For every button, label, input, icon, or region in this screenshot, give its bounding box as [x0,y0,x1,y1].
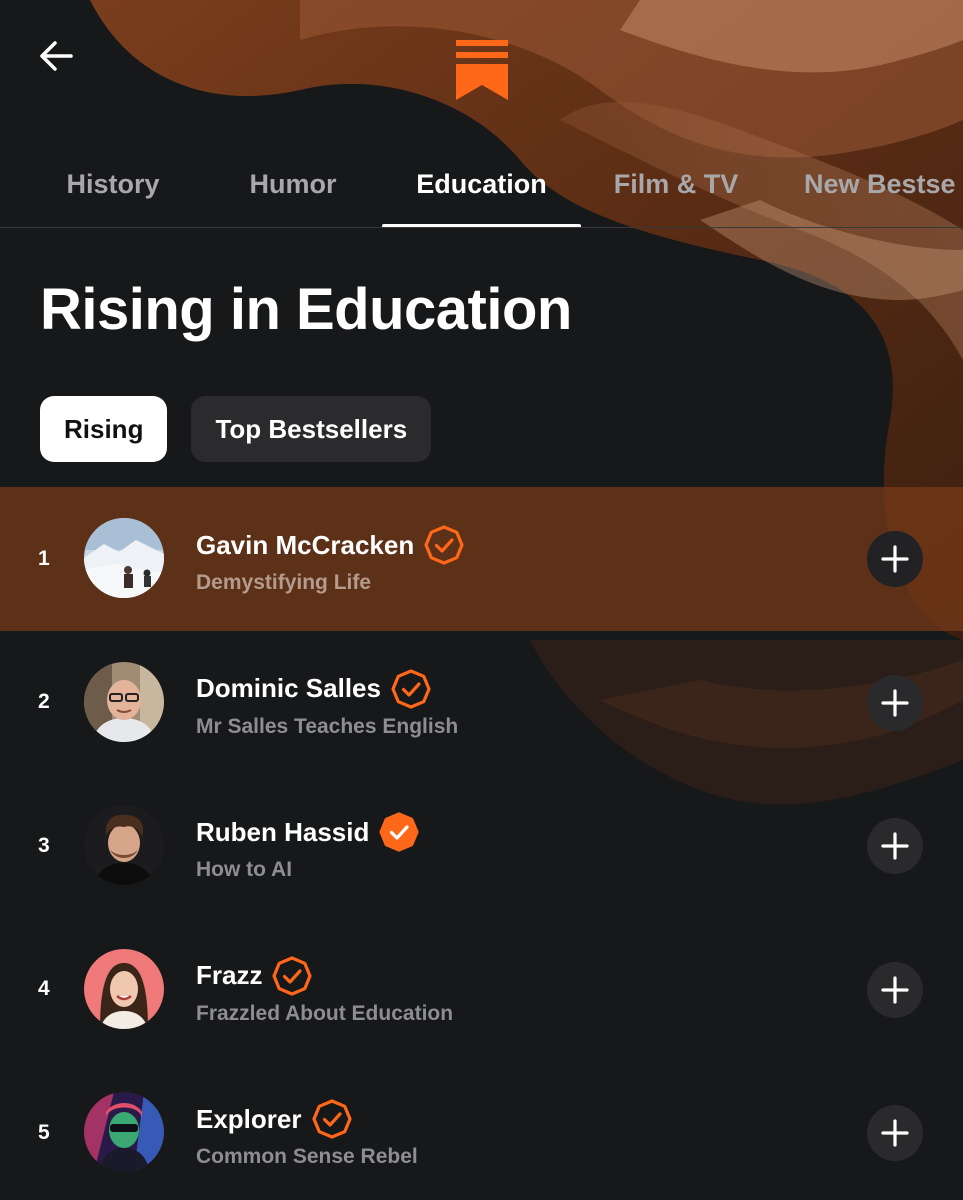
tab-history[interactable]: History [40,140,186,227]
list-item[interactable]: 2 Dominic Salles Mr Salles Teaches Engli… [0,631,963,775]
author-name[interactable]: Gavin McCracken [196,530,414,561]
rank-number: 2 [38,690,50,714]
substack-logo-icon [456,40,508,100]
publication-name: Frazzled About Education [196,1001,454,1025]
publication-name: How to AI [196,858,293,881]
list-item[interactable]: 3 Ruben Hassid How to AI [0,774,963,918]
category-tabs: History Humor Education Film & TV New Be… [0,140,963,228]
avatar[interactable] [84,661,164,742]
author-line: Frazz [196,955,313,996]
publication-name: Common Sense Rebel [196,1145,418,1168]
verified-badge-icon [424,525,464,565]
subscribe-button[interactable] [867,1105,923,1161]
author-line: Dominic Salles [196,668,431,709]
leaderboard-list: 1 Gavin McCracken Demystifying Life 2 Do… [0,487,963,1200]
avatar[interactable] [84,805,164,885]
publication-name: Mr Salles Teaches English [196,714,459,738]
rank-number: 5 [38,1120,50,1144]
avatar[interactable] [84,1092,164,1172]
author-line: Gavin McCracken [196,525,464,565]
back-button[interactable] [30,30,82,82]
rank-number: 4 [38,977,50,1001]
avatar[interactable] [84,948,164,1029]
plus-icon [881,688,909,717]
verified-badge-icon [391,668,431,709]
filter-chips: Rising Top Bestsellers [40,396,432,462]
author-name[interactable]: Dominic Salles [196,673,381,704]
tab-new-bestsellers[interactable]: New Bestse [792,140,963,227]
top-bar [0,0,963,120]
rank-number: 1 [38,546,50,570]
subscribe-button[interactable] [867,531,923,587]
list-item[interactable]: 5 Explorer Common Sense Rebel [0,1061,963,1200]
subscribe-button[interactable] [867,818,923,874]
author-name[interactable]: Ruben Hassid [196,817,369,848]
verified-badge-icon [311,1099,352,1139]
avatar[interactable] [84,518,164,598]
plus-icon [881,832,909,860]
list-item[interactable]: 1 Gavin McCracken Demystifying Life [0,487,963,631]
plus-icon [881,975,909,1004]
tab-film-tv[interactable]: Film & TV [600,140,752,227]
author-name[interactable]: Frazz [196,960,262,991]
plus-icon [881,545,909,573]
list-item[interactable]: 4 Frazz Frazzled About Education [0,918,963,1062]
author-name[interactable]: Explorer [196,1104,302,1135]
author-line: Ruben Hassid [196,812,419,852]
tab-education[interactable]: Education [382,140,581,227]
arrow-left-icon [40,41,73,71]
filter-rising[interactable]: Rising [40,396,168,462]
tab-humor[interactable]: Humor [222,140,364,227]
plus-icon [881,1119,909,1147]
filter-top-bestsellers[interactable]: Top Bestsellers [191,396,432,462]
page-title: Rising in Education [40,277,572,342]
rank-number: 3 [38,833,50,857]
publication-name: Demystifying Life [196,571,372,594]
subscribe-button[interactable] [867,961,923,1018]
active-tab-indicator [382,224,581,227]
verified-badge-icon [272,955,313,996]
verified-badge-icon [379,812,419,852]
author-line: Explorer [196,1099,352,1139]
subscribe-button[interactable] [867,674,923,731]
